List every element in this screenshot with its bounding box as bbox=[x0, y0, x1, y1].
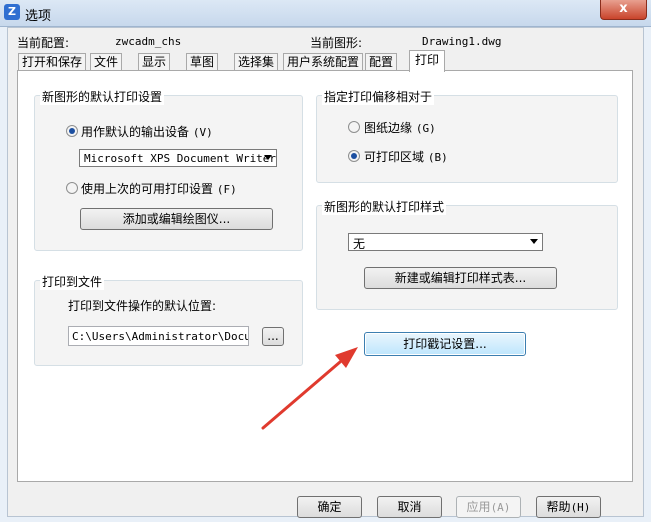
annotation-arrow-line bbox=[261, 360, 342, 430]
annotation-arrow bbox=[261, 347, 358, 430]
